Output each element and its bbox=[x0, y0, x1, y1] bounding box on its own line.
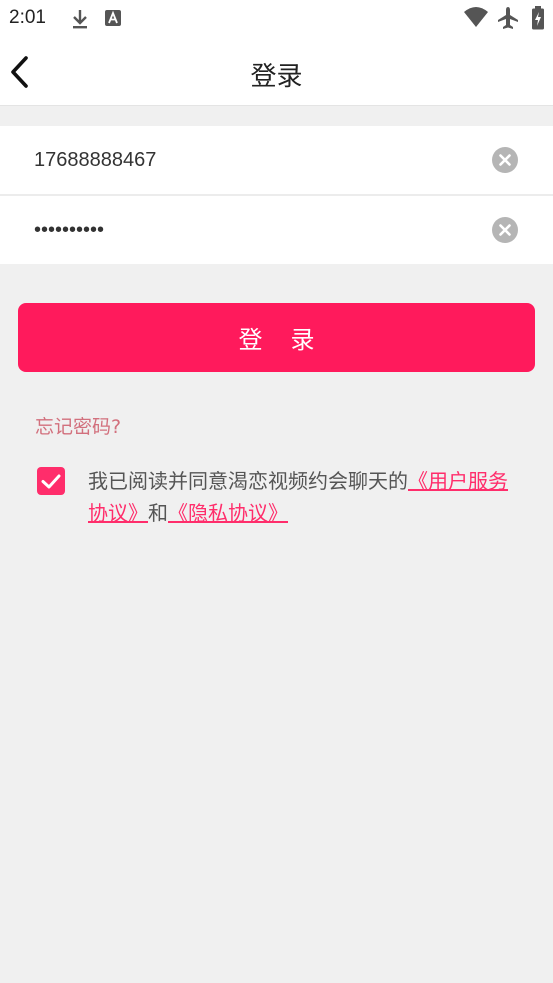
status-bar: 2:01 bbox=[0, 0, 553, 38]
wifi-icon bbox=[463, 6, 489, 32]
phone-input[interactable] bbox=[34, 126, 474, 194]
agreement-conjunction: 和 bbox=[148, 501, 168, 525]
password-input[interactable] bbox=[34, 196, 474, 264]
password-field-row bbox=[0, 196, 553, 264]
agreement-prefix: 我已阅读并同意渴恋视频约会聊天的 bbox=[88, 469, 408, 493]
status-time: 2:01 bbox=[9, 7, 46, 28]
page-title: 登录 bbox=[250, 62, 303, 92]
clear-phone-button[interactable] bbox=[492, 147, 518, 173]
airplane-mode-icon bbox=[497, 6, 519, 34]
clear-password-button[interactable] bbox=[492, 217, 518, 243]
text-a-icon bbox=[104, 8, 122, 32]
check-icon bbox=[37, 474, 65, 499]
agreement-checkbox[interactable] bbox=[37, 467, 65, 495]
download-icon bbox=[70, 8, 90, 34]
phone-field-row bbox=[0, 126, 553, 194]
login-button[interactable]: 登录 bbox=[18, 303, 535, 372]
app-bar: 登录 bbox=[0, 38, 553, 106]
privacy-policy-link[interactable]: 《隐私协议》 bbox=[168, 501, 288, 525]
forgot-password-link[interactable]: 忘记密码? bbox=[35, 412, 121, 439]
battery-icon bbox=[531, 6, 545, 34]
agreement-text: 我已阅读并同意渴恋视频约会聊天的《用户服务协议》和《隐私协议》 bbox=[88, 465, 508, 529]
